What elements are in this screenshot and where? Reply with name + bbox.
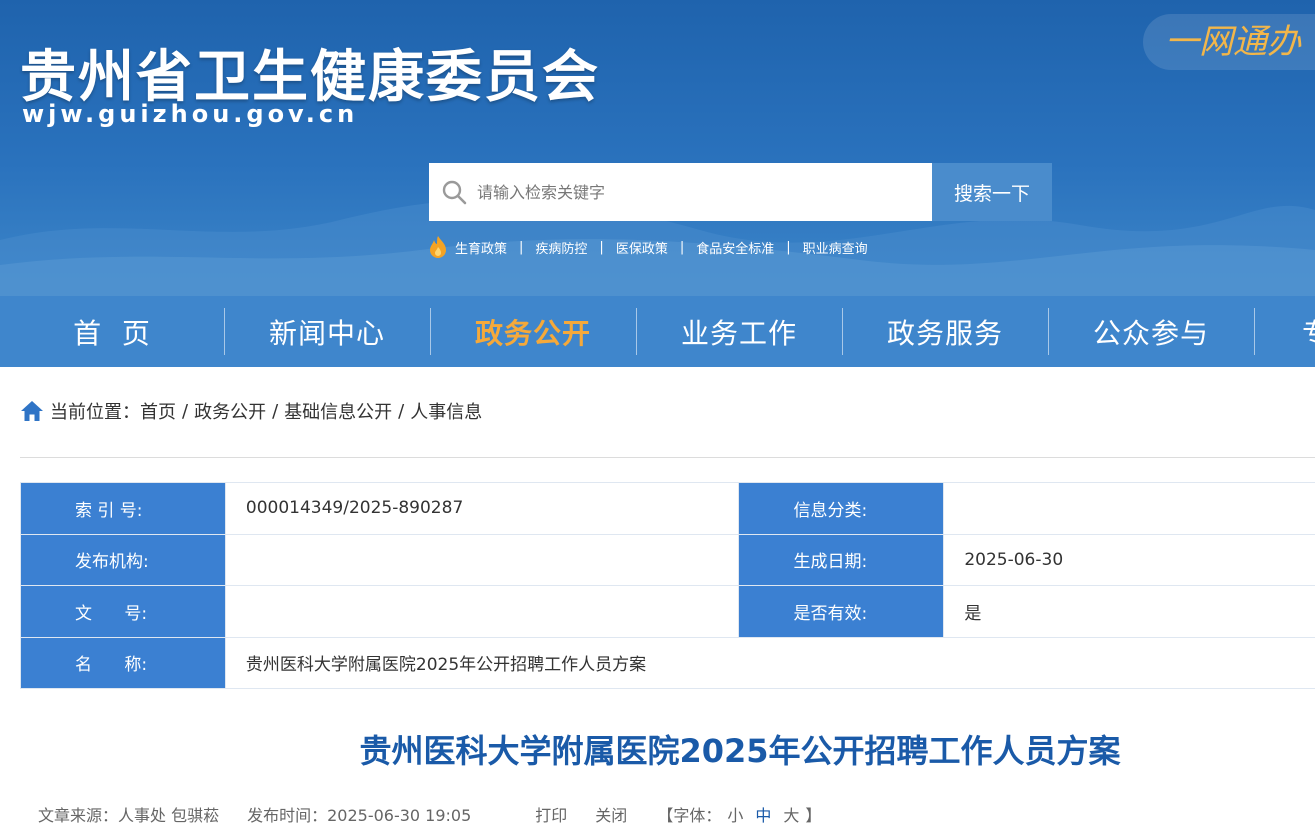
nav-home[interactable]: 首 页 — [0, 296, 224, 367]
publish-time: 发布时间：2025-06-30 19:05 — [247, 806, 472, 825]
close-button[interactable]: 关闭 — [595, 802, 627, 826]
doc-no-label: 文 号: — [20, 585, 226, 638]
nav-news[interactable]: 新闻中心 — [224, 296, 430, 367]
slogan-badge[interactable]: 一网通办 — [1143, 14, 1315, 70]
hotlink-separator: | — [679, 239, 685, 255]
nav-gov-affairs[interactable]: 政务公开 — [430, 296, 636, 367]
article-title: 贵州医科大学附属医院2025年公开招聘工作人员方案 — [359, 732, 1121, 770]
font-size-suffix: 】 — [805, 806, 822, 825]
breadcrumb-personnel[interactable]: 人事信息 — [410, 398, 482, 424]
hotlink-food-safety[interactable]: 食品安全标准 — [696, 238, 774, 257]
table-row: 索 引 号: 000014349/2025-890287 信息分类: — [20, 482, 1315, 535]
index-no-value: 000014349/2025-890287 — [224, 482, 740, 535]
breadcrumb-home[interactable]: 首页 — [140, 398, 176, 424]
nav-special-truncated[interactable]: 专 — [1254, 296, 1315, 367]
publisher-value — [224, 533, 740, 586]
category-label: 信息分类: — [738, 482, 945, 535]
breadcrumb-basic-info[interactable]: 基础信息公开 — [284, 398, 392, 424]
divider — [20, 457, 1315, 458]
nav-services[interactable]: 政务服务 — [842, 296, 1048, 367]
table-row: 名 称: 贵州医科大学附属医院2025年公开招聘工作人员方案 — [20, 636, 1315, 689]
created-date-value: 2025-06-30 — [943, 533, 1315, 586]
font-size-large[interactable]: 大 — [783, 802, 799, 826]
breadcrumb-separator: / — [398, 400, 405, 422]
publisher-label: 发布机构: — [20, 533, 226, 586]
index-no-label: 索 引 号: — [20, 482, 226, 535]
created-date-label: 生成日期: — [738, 533, 945, 586]
valid-value: 是 — [943, 585, 1315, 638]
breadcrumb-prefix: 当前位置： — [50, 402, 140, 423]
name-label: 名 称: — [20, 636, 226, 689]
hotlink-separator: | — [599, 239, 604, 255]
font-size-small[interactable]: 小 — [727, 802, 743, 826]
flame-icon — [430, 236, 446, 258]
article-meta: 文章来源：人事处 包骐菘 发布时间：2025-06-30 19:05 打印 关闭… — [38, 802, 821, 826]
search-box — [429, 163, 933, 221]
table-row: 文 号: 是否有效: 是 — [20, 585, 1315, 638]
hot-links: 生育政策 | 疾病防控 | 医保政策 | 食品安全标准 | 职业病查询 — [428, 235, 868, 259]
hotlink-separator: | — [786, 239, 791, 255]
breadcrumb-separator: / — [272, 400, 279, 422]
breadcrumb-gov-affairs[interactable]: 政务公开 — [194, 398, 266, 424]
home-icon — [21, 401, 43, 421]
site-domain: wjw.guizhou.gov.cn — [22, 100, 359, 128]
category-value — [943, 482, 1315, 535]
nav-business[interactable]: 业务工作 — [636, 296, 842, 367]
valid-label: 是否有效: — [738, 585, 945, 638]
search-button[interactable]: 搜索一下 — [932, 163, 1052, 221]
hotlink-separator: | — [519, 239, 524, 255]
nav-participation[interactable]: 公众参与 — [1048, 296, 1254, 367]
hotlink-birth-policy[interactable]: 生育政策 — [455, 238, 507, 257]
name-value: 贵州医科大学附属医院2025年公开招聘工作人员方案 — [224, 636, 1315, 689]
search-input[interactable] — [477, 182, 917, 202]
font-size-medium[interactable]: 中 — [755, 802, 771, 826]
hotlink-occupational-disease[interactable]: 职业病查询 — [803, 238, 868, 257]
article-source: 文章来源：人事处 包骐菘 — [38, 806, 220, 825]
breadcrumb: 当前位置： 首页 / 政务公开 / 基础信息公开 / 人事信息 — [20, 398, 482, 424]
font-size-prefix: 【字体： — [657, 806, 722, 825]
main-nav: 首 页 新闻中心 政务公开 业务工作 政务服务 公众参与 专 — [0, 296, 1315, 367]
hotlink-disease-control[interactable]: 疾病防控 — [535, 238, 587, 257]
info-table: 索 引 号: 000014349/2025-890287 信息分类: 发布机构:… — [20, 482, 1315, 689]
search-icon — [442, 180, 467, 205]
hotlink-medical-insurance[interactable]: 医保政策 — [616, 238, 668, 257]
doc-no-value — [224, 585, 740, 638]
table-row: 发布机构: 生成日期: 2025-06-30 — [20, 533, 1315, 586]
breadcrumb-separator: / — [182, 400, 189, 422]
print-button[interactable]: 打印 — [535, 802, 567, 826]
